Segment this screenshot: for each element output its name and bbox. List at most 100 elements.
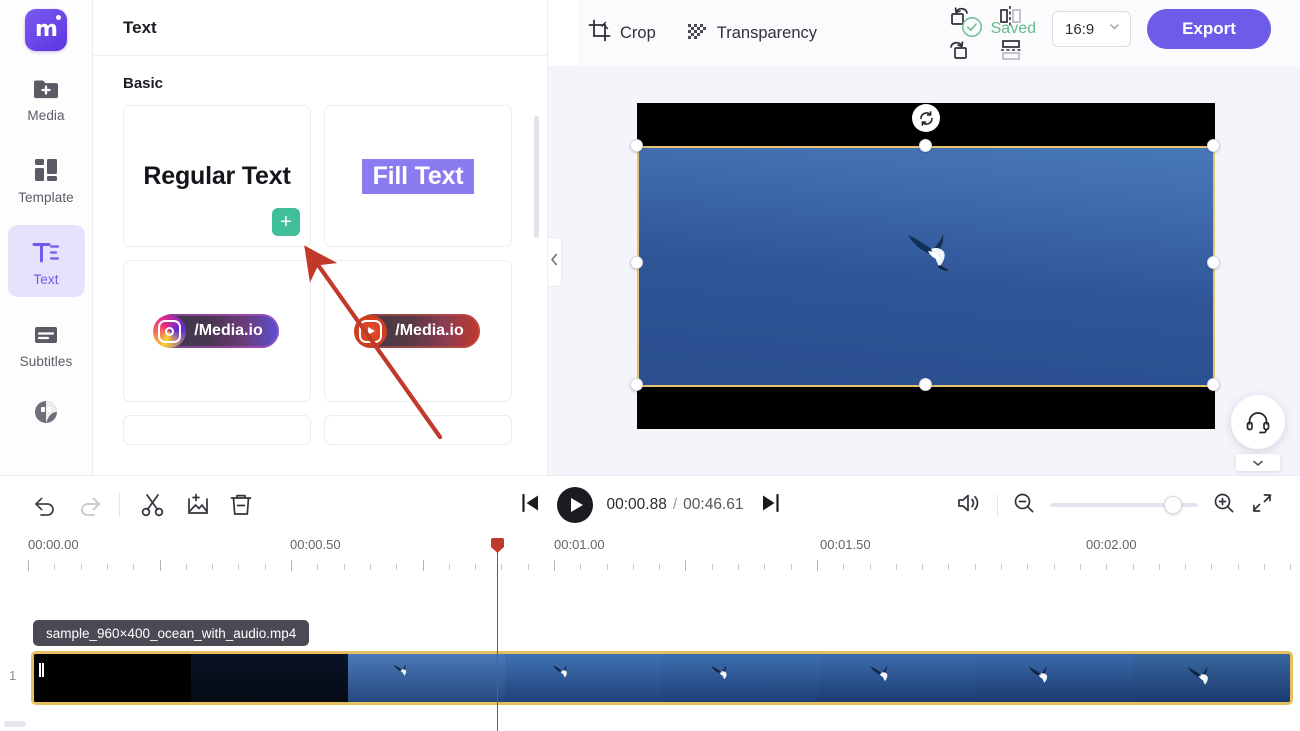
handle-top-right[interactable]	[1207, 139, 1220, 152]
sidebar-item-media[interactable]: Media	[8, 61, 85, 133]
ruler-tick-minor	[1159, 564, 1160, 570]
sidebar-item-effects[interactable]	[8, 391, 85, 431]
rotate-icon	[919, 110, 933, 126]
video-frame	[637, 146, 1215, 386]
ruler-tick-minor	[791, 564, 792, 570]
ruler-tick-minor	[896, 564, 897, 570]
ruler-tick-major	[160, 560, 161, 571]
zoom-out-button[interactable]	[1013, 492, 1035, 519]
support-button[interactable]	[1231, 395, 1285, 449]
ruler-label: 00:01.00	[554, 537, 605, 552]
text-template-row3-left[interactable]	[123, 415, 311, 445]
ruler-tick-minor	[843, 564, 844, 570]
playhead[interactable]	[491, 538, 504, 731]
add-text-button[interactable]: +	[272, 208, 300, 236]
sidebar-item-subtitles[interactable]: Subtitles	[8, 307, 85, 379]
check-circle-icon	[961, 16, 983, 43]
ruler-tick-minor	[1264, 564, 1265, 570]
save-status: Saved	[961, 16, 1036, 43]
handle-bottom-center[interactable]	[919, 378, 932, 391]
template-label: Regular Text	[143, 161, 291, 190]
subtitles-icon	[32, 317, 60, 347]
ruler-tick-major	[554, 560, 555, 571]
total-time: 00:46.61	[683, 496, 744, 513]
clip-thumbnail	[191, 654, 348, 702]
panel-body: Basic Regular Text + Fill Text /Media.io	[93, 56, 547, 475]
zoom-slider[interactable]	[1050, 496, 1198, 514]
app-logo[interactable]: m	[25, 9, 67, 51]
instagram-icon	[153, 314, 187, 348]
ruler-tick-minor	[370, 564, 371, 570]
text-template-instagram-handle[interactable]: /Media.io	[123, 260, 311, 402]
ruler-tick-minor	[528, 564, 529, 570]
text-template-youtube-handle[interactable]: /Media.io	[324, 260, 512, 402]
timeline-clip[interactable]	[31, 651, 1293, 705]
seagull-thumb	[869, 665, 887, 681]
ruler-label: 00:00.00	[28, 537, 79, 552]
play-button[interactable]	[556, 487, 593, 523]
sidebar-item-template[interactable]: Template	[8, 143, 85, 215]
handle-top-left[interactable]	[630, 139, 643, 152]
seagull-thumb	[1187, 666, 1208, 685]
ruler-tick-major	[817, 560, 818, 571]
media-folder-icon	[32, 71, 60, 101]
panel-header: Text	[93, 0, 547, 56]
video-editor-window: m Media Template Text Subtitles Text Bas…	[0, 0, 1300, 731]
ruler-tick-minor	[396, 564, 397, 570]
handle-bottom-right[interactable]	[1207, 378, 1220, 391]
instagram-pill: /Media.io	[153, 314, 279, 348]
rotate-handle[interactable]	[912, 104, 940, 132]
zoom-in-button[interactable]	[1213, 492, 1235, 519]
clip-thumbnail	[1133, 654, 1290, 702]
volume-button[interactable]	[956, 492, 982, 519]
handle-bottom-left[interactable]	[630, 378, 643, 391]
next-frame-button[interactable]	[758, 492, 782, 519]
text-template-regular-text[interactable]: Regular Text +	[123, 105, 311, 247]
ruler-tick-minor	[475, 564, 476, 570]
aspect-ratio-select[interactable]: 16:9	[1052, 11, 1131, 47]
ruler-tick-minor	[1001, 564, 1002, 570]
clip-thumbnail	[976, 654, 1133, 702]
text-t-icon	[31, 235, 61, 265]
template-label: /Media.io	[395, 322, 464, 339]
left-sidebar: m Media Template Text Subtitles	[0, 0, 93, 475]
template-grid-icon	[32, 153, 60, 183]
text-template-fill-text[interactable]: Fill Text	[324, 105, 512, 247]
timeline-horizontal-scrollbar[interactable]	[4, 721, 26, 727]
prev-frame-button[interactable]	[519, 492, 543, 519]
transparency-button[interactable]: Transparency	[686, 20, 817, 47]
ruler-tick-minor	[501, 564, 502, 570]
ruler-tick-minor	[975, 564, 976, 570]
top-toolbar: Crop Transparency Saved 16:9 Export	[578, 0, 1300, 66]
transparency-icon	[686, 20, 708, 47]
panel-collapse-handle[interactable]	[548, 237, 562, 287]
ruler-tick-minor	[1238, 564, 1239, 570]
ruler-tick-minor	[948, 564, 949, 570]
clip-trim-handle[interactable]	[39, 663, 44, 677]
ruler-label: 00:00.50	[290, 537, 341, 552]
handle-top-center[interactable]	[919, 139, 932, 152]
fit-timeline-button[interactable]	[1250, 492, 1274, 519]
handle-middle-left[interactable]	[630, 256, 643, 269]
time-separator: /	[672, 496, 678, 513]
text-template-row3-right[interactable]	[324, 415, 512, 445]
ruler-tick-minor	[1133, 564, 1134, 570]
clip-thumbnail	[505, 654, 662, 702]
zoom-slider-knob[interactable]	[1164, 496, 1183, 514]
clip-thumbnail	[819, 654, 976, 702]
sidebar-item-text[interactable]: Text	[7, 225, 85, 297]
ruler-tick-major	[685, 560, 686, 571]
text-template-grid: Regular Text + Fill Text /Media.io /Medi…	[123, 105, 517, 445]
ruler-tick-major	[28, 560, 29, 571]
support-collapse-tab[interactable]	[1236, 454, 1280, 471]
export-button[interactable]: Export	[1147, 9, 1271, 49]
ruler-tick-minor	[580, 564, 581, 570]
panel-scrollbar[interactable]	[534, 116, 539, 238]
sidebar-item-label: Media	[27, 108, 65, 123]
timeline-ruler[interactable]: 00:00.00 00:00.50 00:01.00 00:01.50 00:02.00	[0, 533, 1300, 578]
crop-icon	[588, 19, 611, 47]
ruler-tick-minor	[449, 564, 450, 570]
handle-middle-right[interactable]	[1207, 256, 1220, 269]
ruler-tick-minor	[1185, 564, 1186, 570]
crop-button[interactable]: Crop	[588, 19, 656, 47]
